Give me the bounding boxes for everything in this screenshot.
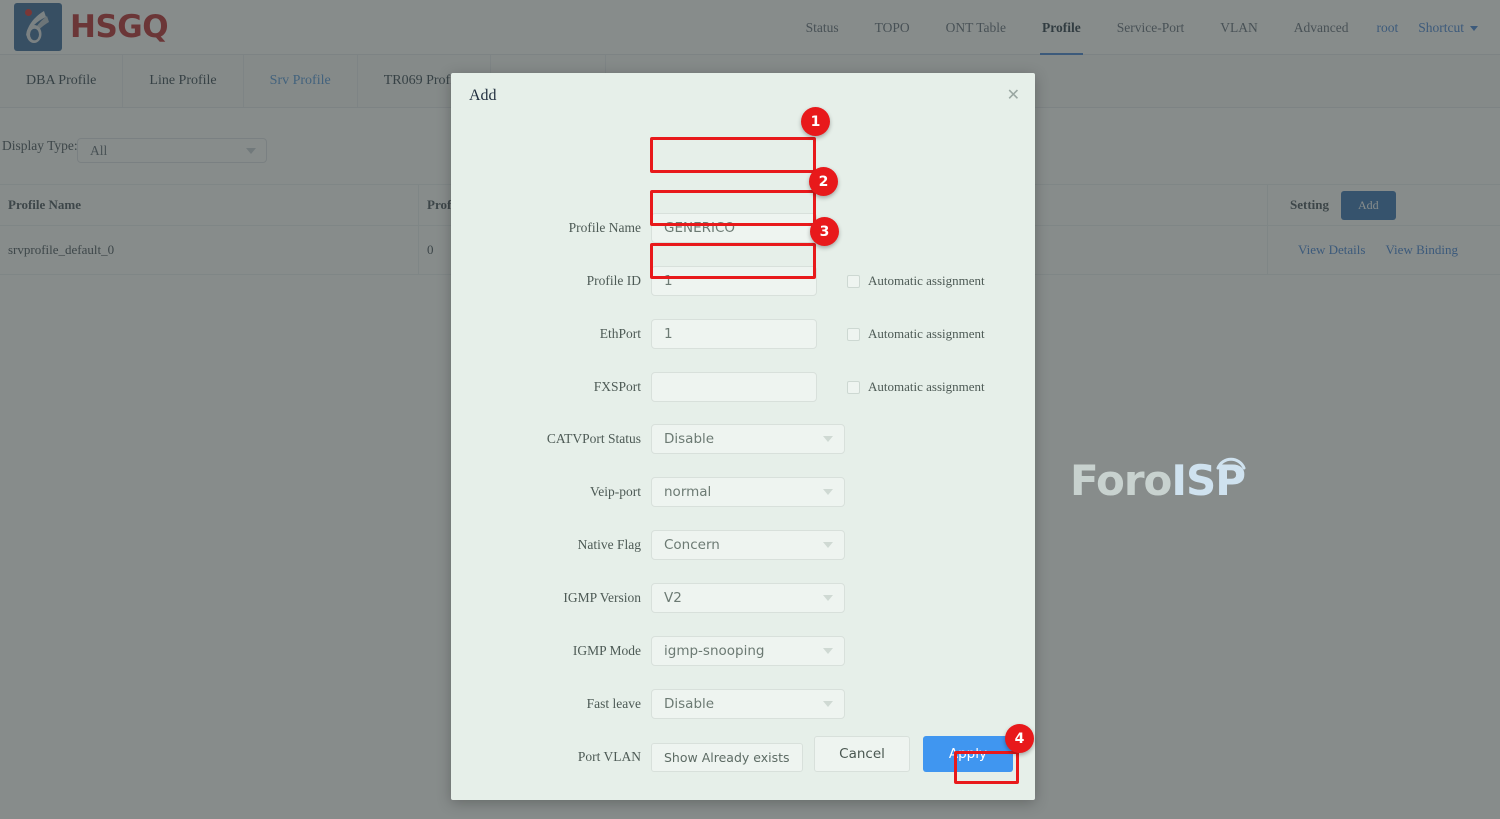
select-igmp-mode-value: igmp-snooping [664, 643, 765, 659]
checkbox-icon[interactable] [847, 327, 860, 341]
label-fast-leave: Fast leave [586, 696, 641, 711]
select-fast-leave-value: Disable [664, 696, 715, 712]
select-veip-port[interactable]: normal [651, 477, 845, 507]
chevron-down-icon [823, 489, 833, 495]
label-veip-port: Veip-port [590, 484, 641, 499]
checkbox-label: Automatic assignment [868, 273, 985, 288]
annotation-badge-3: 3 [810, 217, 839, 246]
field-row-catvport-status: CATVPort Status Disable [451, 424, 1035, 454]
checkbox-icon[interactable] [847, 274, 860, 288]
app-root: HSGQ Status TOPO ONT Table Profile Servi… [0, 0, 1500, 819]
chevron-down-icon [823, 436, 833, 442]
dialog-title: Add [469, 87, 497, 104]
field-row-profile-id: Profile ID 1 Automatic assignment [451, 266, 1035, 296]
chevron-down-icon [823, 648, 833, 654]
label-profile-id: Profile ID [586, 273, 641, 288]
input-profile-name[interactable]: GENERICO [651, 213, 817, 243]
annotation-badge-2: 2 [809, 167, 838, 196]
label-profile-name: Profile Name [568, 220, 641, 235]
field-row-profile-name: Profile Name GENERICO [451, 213, 1035, 243]
select-igmp-version[interactable]: V2 [651, 583, 845, 613]
annotation-badge-1: 1 [801, 107, 830, 136]
chevron-down-icon [823, 595, 833, 601]
select-fast-leave[interactable]: Disable [651, 689, 845, 719]
show-already-exists-button[interactable]: Show Already exists [651, 742, 803, 772]
input-ethport[interactable]: 1 [651, 319, 817, 349]
field-row-veip-port: Veip-port normal [451, 477, 1035, 507]
apply-button[interactable]: Apply [922, 736, 1013, 772]
label-port-vlan: Port VLAN [577, 749, 641, 764]
field-row-fast-leave: Fast leave Disable [451, 689, 1035, 719]
field-row-igmp-mode: IGMP Mode igmp-snooping [451, 636, 1035, 666]
checkbox-auto-fxsport[interactable]: Automatic assignment [847, 379, 985, 395]
select-veip-port-value: normal [664, 484, 712, 500]
label-igmp-mode: IGMP Mode [572, 643, 641, 658]
checkbox-auto-ethport[interactable]: Automatic assignment [847, 326, 985, 342]
add-srv-profile-dialog: Add ✕ Profile Name GENERICO Profile ID 1… [451, 73, 1246, 800]
cancel-button[interactable]: Cancel [814, 736, 910, 772]
label-fxsport: FXSPort [593, 379, 641, 394]
input-profile-id[interactable]: 1 [651, 266, 817, 296]
label-native-flag: Native Flag [577, 537, 641, 552]
chevron-down-icon [823, 542, 833, 548]
label-ethport: EthPort [599, 326, 641, 341]
select-catvport-status-value: Disable [664, 431, 715, 447]
dialog-footer: Cancel Apply [814, 736, 1013, 772]
field-row-ethport: EthPort 1 Automatic assignment [451, 319, 1035, 349]
label-igmp-version: IGMP Version [563, 590, 641, 605]
select-native-flag-value: Concern [664, 537, 720, 553]
annotation-badge-4: 4 [1005, 724, 1034, 753]
checkbox-label: Automatic assignment [868, 326, 985, 341]
checkbox-icon[interactable] [847, 380, 860, 394]
checkbox-auto-profile-id[interactable]: Automatic assignment [847, 273, 985, 289]
chevron-down-icon [823, 701, 833, 707]
input-fxsport[interactable] [651, 372, 817, 402]
field-row-fxsport: FXSPort Automatic assignment [451, 372, 1035, 402]
select-catvport-status[interactable]: Disable [651, 424, 845, 454]
checkbox-label: Automatic assignment [868, 379, 985, 394]
close-icon[interactable]: ✕ [1007, 87, 1020, 103]
select-igmp-mode[interactable]: igmp-snooping [651, 636, 845, 666]
label-catvport-status: CATVPort Status [546, 431, 641, 446]
select-igmp-version-value: V2 [664, 590, 682, 606]
field-row-igmp-version: IGMP Version V2 [451, 583, 1035, 613]
select-native-flag[interactable]: Concern [651, 530, 845, 560]
field-row-native-flag: Native Flag Concern [451, 530, 1035, 560]
